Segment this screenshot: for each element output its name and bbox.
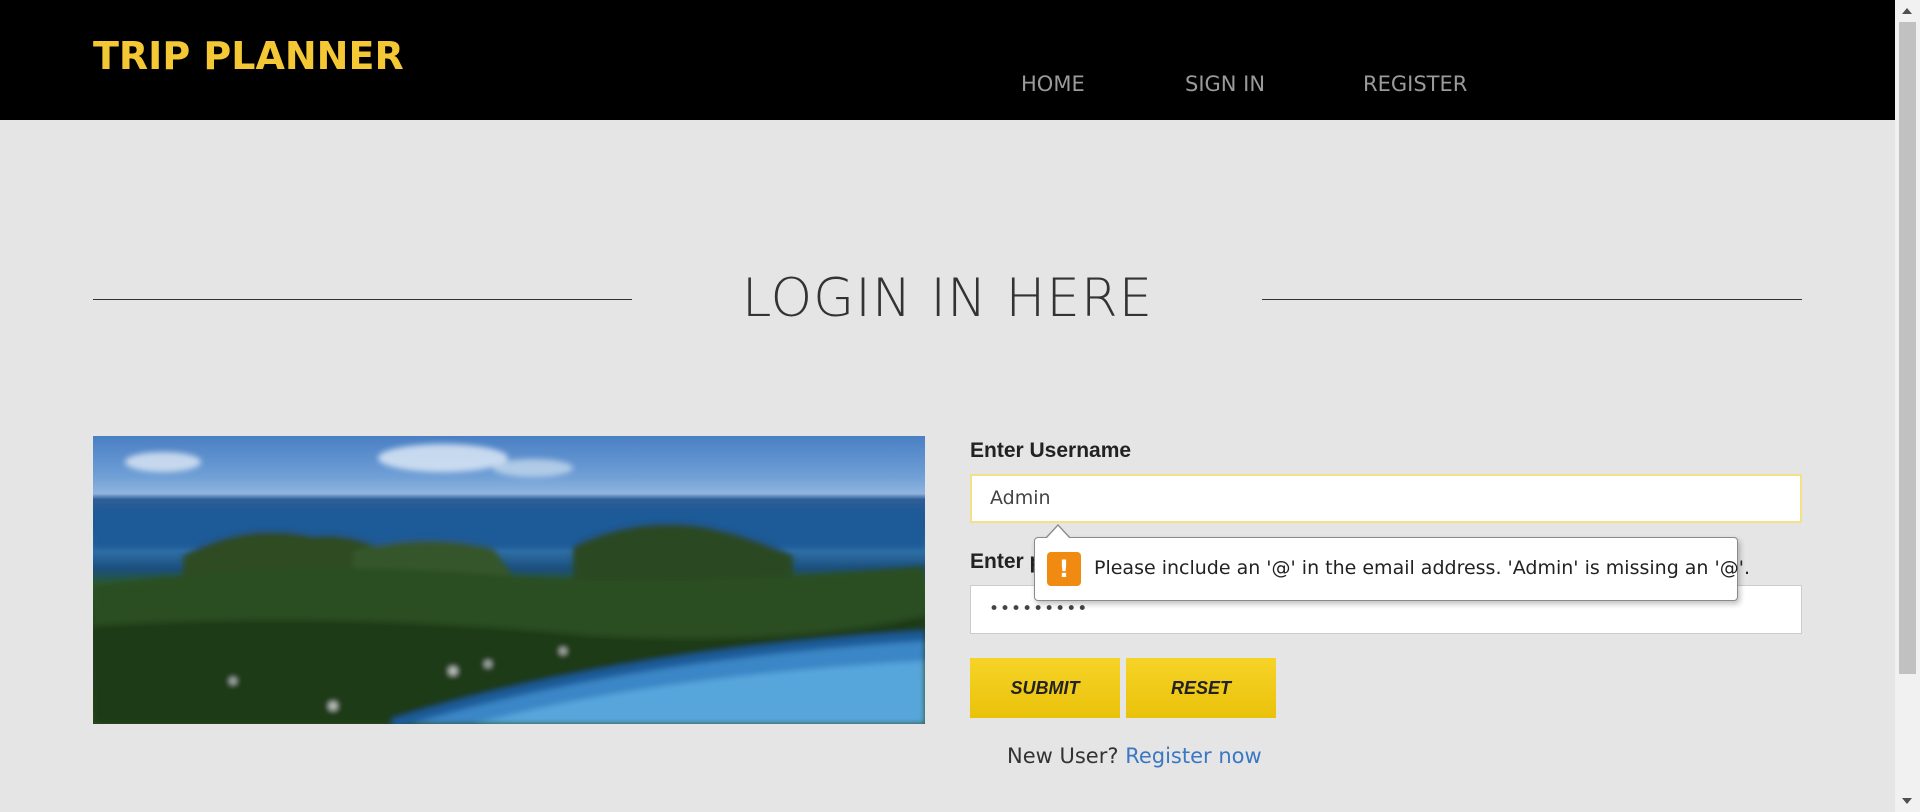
- scrollbar[interactable]: [1895, 0, 1920, 812]
- hero-image: [93, 436, 925, 724]
- nav-register[interactable]: REGISTER: [1363, 72, 1467, 96]
- new-user-prompt: New User? Register now: [1007, 744, 1262, 768]
- nav-sign-in[interactable]: SIGN IN: [1185, 72, 1265, 96]
- brand-logo[interactable]: TRIP PLANNER: [93, 34, 404, 78]
- title-divider-right: [1262, 299, 1802, 300]
- register-now-link[interactable]: Register now: [1125, 744, 1261, 768]
- site-header: TRIP PLANNER HOME SIGN IN REGISTER: [0, 0, 1895, 120]
- reset-button[interactable]: RESET: [1126, 658, 1276, 718]
- warning-icon: !: [1047, 552, 1081, 586]
- validation-tooltip: ! Please include an '@' in the email add…: [1034, 524, 1750, 601]
- tooltip-arrow-fill: [1046, 526, 1070, 539]
- validation-message: Please include an '@' in the email addre…: [1094, 557, 1751, 579]
- submit-button[interactable]: SUBMIT: [970, 658, 1120, 718]
- scroll-up-arrow-icon[interactable]: [1902, 8, 1912, 14]
- username-label: Enter Username: [970, 439, 1132, 462]
- nav-home[interactable]: HOME: [1021, 72, 1085, 96]
- username-input[interactable]: Admin: [970, 474, 1802, 523]
- scroll-thumb[interactable]: [1899, 22, 1916, 674]
- new-user-text: New User?: [1007, 744, 1119, 768]
- scroll-down-arrow-icon[interactable]: [1902, 798, 1912, 804]
